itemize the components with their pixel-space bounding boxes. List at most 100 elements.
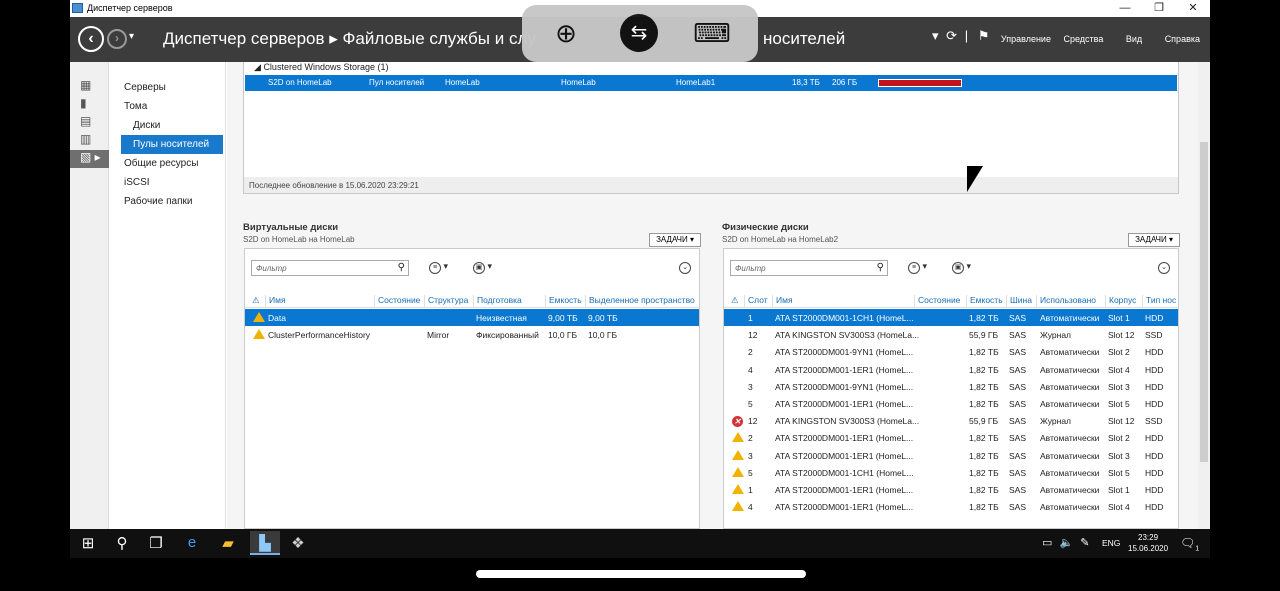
- tree-item-iscsi[interactable]: iSCSI: [110, 173, 225, 192]
- task-view-icon[interactable]: ❐: [144, 534, 168, 552]
- expand-icon[interactable]: ⌄: [679, 261, 691, 274]
- network-icon[interactable]: ▭: [1042, 537, 1052, 549]
- system-tray: ▭ 🔈 ✎: [1042, 536, 1089, 549]
- cell-name: ATA ST2000DM001-9YN1 (HomeL...: [775, 381, 914, 392]
- table-row[interactable]: 4 ATA ST2000DM001-1ER1 (HomeL... 1,82 ТБ SA…: [724, 498, 1178, 515]
- menu-help[interactable]: Справка: [1165, 34, 1200, 44]
- file-services-icon[interactable]: ▥: [70, 132, 109, 150]
- close-button[interactable]: ✕: [1178, 0, 1208, 17]
- breadcrumb-tail[interactable]: носителей: [763, 29, 845, 49]
- expand-icon[interactable]: ⌄: [1158, 261, 1170, 274]
- collapse-icon[interactable]: ◢: [254, 62, 261, 72]
- menu-manage[interactable]: Управление: [1001, 34, 1051, 44]
- forward-arrow-icon[interactable]: ›: [107, 29, 127, 49]
- history-dropdown-icon[interactable]: ▾: [129, 31, 134, 42]
- local-server-icon[interactable]: ▮: [70, 96, 109, 114]
- col-media-type[interactable]: Тип нос: [1142, 295, 1176, 308]
- table-row[interactable]: 1 ATA ST2000DM001-1CH1 (HomeL... 1,82 ТБ SA…: [724, 309, 1178, 326]
- breadcrumb[interactable]: Диспетчер серверов ▸ Файловые службы и с…: [163, 29, 536, 49]
- vertical-scrollbar[interactable]: [1198, 62, 1210, 529]
- tree-item-servers[interactable]: Серверы: [110, 78, 225, 97]
- start-icon[interactable]: ⊞: [76, 534, 100, 552]
- table-row[interactable]: 2 ATA ST2000DM001-9YN1 (HomeL... 1,82 ТБ SA…: [724, 343, 1178, 360]
- col-name[interactable]: Имя: [265, 295, 286, 308]
- refresh-icon[interactable]: ⟳: [946, 28, 957, 43]
- dashboard-icon[interactable]: ▦: [70, 78, 109, 96]
- search-icon[interactable]: ⚲: [877, 262, 884, 273]
- tree-item-work-folders[interactable]: Рабочие папки: [110, 192, 225, 211]
- mouse-cursor: [967, 166, 983, 192]
- warning-icon: [253, 312, 265, 325]
- alert-column-icon[interactable]: ⚠: [249, 295, 260, 308]
- table-row[interactable]: 3 ATA ST2000DM001-9YN1 (HomeL... 1,82 ТБ SA…: [724, 378, 1178, 395]
- query-list-icon[interactable]: ≡ ▾: [908, 261, 927, 274]
- save-query-icon[interactable]: ▣ ▾: [952, 261, 971, 274]
- col-slot[interactable]: Слот: [744, 295, 768, 308]
- table-row[interactable]: 3 ATA ST2000DM001-1ER1 (HomeL... 1,82 ТБ SA…: [724, 447, 1178, 464]
- alert-column-icon[interactable]: ⚠: [728, 295, 739, 308]
- pool-row[interactable]: S2D on HomeLab Пул носителей HomeLab Hom…: [245, 75, 1177, 91]
- col-allocated[interactable]: Выделенное пространство: [585, 295, 695, 308]
- cell-encl: Slot 2: [1108, 347, 1130, 358]
- volume-muted-icon[interactable]: 🔈: [1059, 537, 1073, 549]
- col-name[interactable]: Имя: [772, 295, 793, 308]
- zoom-in-icon[interactable]: ⊕: [547, 16, 585, 50]
- col-status[interactable]: Состояние: [914, 295, 960, 308]
- file-explorer-icon[interactable]: ▰: [216, 534, 240, 552]
- back-arrow-icon[interactable]: ‹: [78, 26, 104, 52]
- save-query-icon[interactable]: ▣ ▾: [473, 261, 492, 274]
- tree-item-shares[interactable]: Общие ресурсы: [110, 154, 225, 173]
- col-capacity[interactable]: Емкость: [545, 295, 582, 308]
- vdisks-tasks-button[interactable]: ЗАДАЧИ ▾: [649, 233, 701, 247]
- search-icon[interactable]: ⚲: [110, 534, 134, 552]
- menu-tools[interactable]: Средства: [1063, 34, 1103, 44]
- query-list-icon[interactable]: ≡ ▾: [429, 261, 448, 274]
- search-icon[interactable]: ⚲: [398, 262, 405, 273]
- minimize-button[interactable]: —: [1110, 0, 1140, 17]
- language-indicator[interactable]: ENG: [1102, 538, 1120, 548]
- clock[interactable]: 23:29 15.06.2020: [1128, 532, 1168, 554]
- table-row[interactable]: 5 ATA ST2000DM001-1ER1 (HomeL... 1,82 ТБ SA…: [724, 395, 1178, 412]
- table-row[interactable]: 2 ATA ST2000DM001-1ER1 (HomeL... 1,82 ТБ SA…: [724, 429, 1178, 446]
- cell-encl: Slot 12: [1108, 330, 1135, 341]
- keyboard-icon[interactable]: ⌨: [690, 16, 734, 50]
- col-usage[interactable]: Использовано: [1036, 295, 1096, 308]
- menu-view[interactable]: Вид: [1126, 34, 1142, 44]
- cell-slot: 2: [748, 347, 753, 358]
- table-row[interactable]: ✕ 12 ATA KINGSTON SV300S3 (HomeLa... 55,9 Г…: [724, 412, 1178, 429]
- pdisks-filter-input[interactable]: Фильтр ⚲: [730, 260, 888, 276]
- table-row[interactable]: Data Неизвестная 9,00 ТБ 9,00 ТБ: [245, 309, 699, 326]
- pdisks-tasks-button[interactable]: ЗАДАЧИ ▾: [1128, 233, 1180, 247]
- table-row[interactable]: 12 ATA KINGSTON SV300S3 (HomeLa... 55,9 ГБ…: [724, 326, 1178, 343]
- storage-icon[interactable]: ▧ ▸: [70, 150, 109, 168]
- pen-icon[interactable]: ✎: [1080, 537, 1089, 549]
- table-row[interactable]: 4 ATA ST2000DM001-1ER1 (HomeL... 1,82 ТБ SA…: [724, 361, 1178, 378]
- tree-item-disks[interactable]: Диски: [110, 116, 225, 135]
- col-status[interactable]: Состояние: [374, 295, 420, 308]
- table-row[interactable]: 5 ATA ST2000DM001-1CH1 (HomeL... 1,82 ТБ SA…: [724, 464, 1178, 481]
- tree-item-storage-pools[interactable]: Пулы носителей: [121, 135, 223, 154]
- pool-group-header[interactable]: ◢ Clustered Windows Storage (1): [254, 62, 389, 73]
- all-servers-icon[interactable]: ▤: [70, 114, 109, 132]
- edge-icon[interactable]: e: [180, 534, 204, 551]
- cell-bus: SAS: [1009, 416, 1027, 427]
- failover-cluster-icon[interactable]: ❖: [286, 534, 310, 552]
- scrollbar-thumb[interactable]: [1200, 142, 1208, 462]
- dropdown-icon[interactable]: ▾: [932, 28, 939, 43]
- col-provisioning[interactable]: Подготовка: [473, 295, 522, 308]
- remote-desktop-icon[interactable]: ⇆: [620, 14, 658, 52]
- table-row[interactable]: ClusterPerformanceHistory Mirror Фиксиро…: [245, 326, 699, 343]
- server-manager-window: Диспетчер серверов — ❐ ✕ ‹ › ▾ Диспетчер…: [70, 0, 1210, 529]
- home-indicator[interactable]: [476, 570, 806, 578]
- col-capacity[interactable]: Емкость: [966, 295, 1003, 308]
- col-layout[interactable]: Структура: [424, 295, 468, 308]
- server-manager-taskbar-icon[interactable]: ▙: [250, 531, 280, 555]
- table-row[interactable]: 1 ATA ST2000DM001-1ER1 (HomeL... 1,82 ТБ SA…: [724, 481, 1178, 498]
- col-enclosure[interactable]: Корпус: [1105, 295, 1136, 308]
- vdisks-filter-input[interactable]: Фильтр ⚲: [251, 260, 409, 276]
- col-bus[interactable]: Шина: [1006, 295, 1032, 308]
- tree-item-volumes[interactable]: Тома: [110, 97, 225, 116]
- flag-icon[interactable]: ⚑: [978, 28, 990, 43]
- notifications-icon[interactable]: 🗨1: [1180, 536, 1199, 552]
- maximize-button[interactable]: ❐: [1144, 0, 1174, 17]
